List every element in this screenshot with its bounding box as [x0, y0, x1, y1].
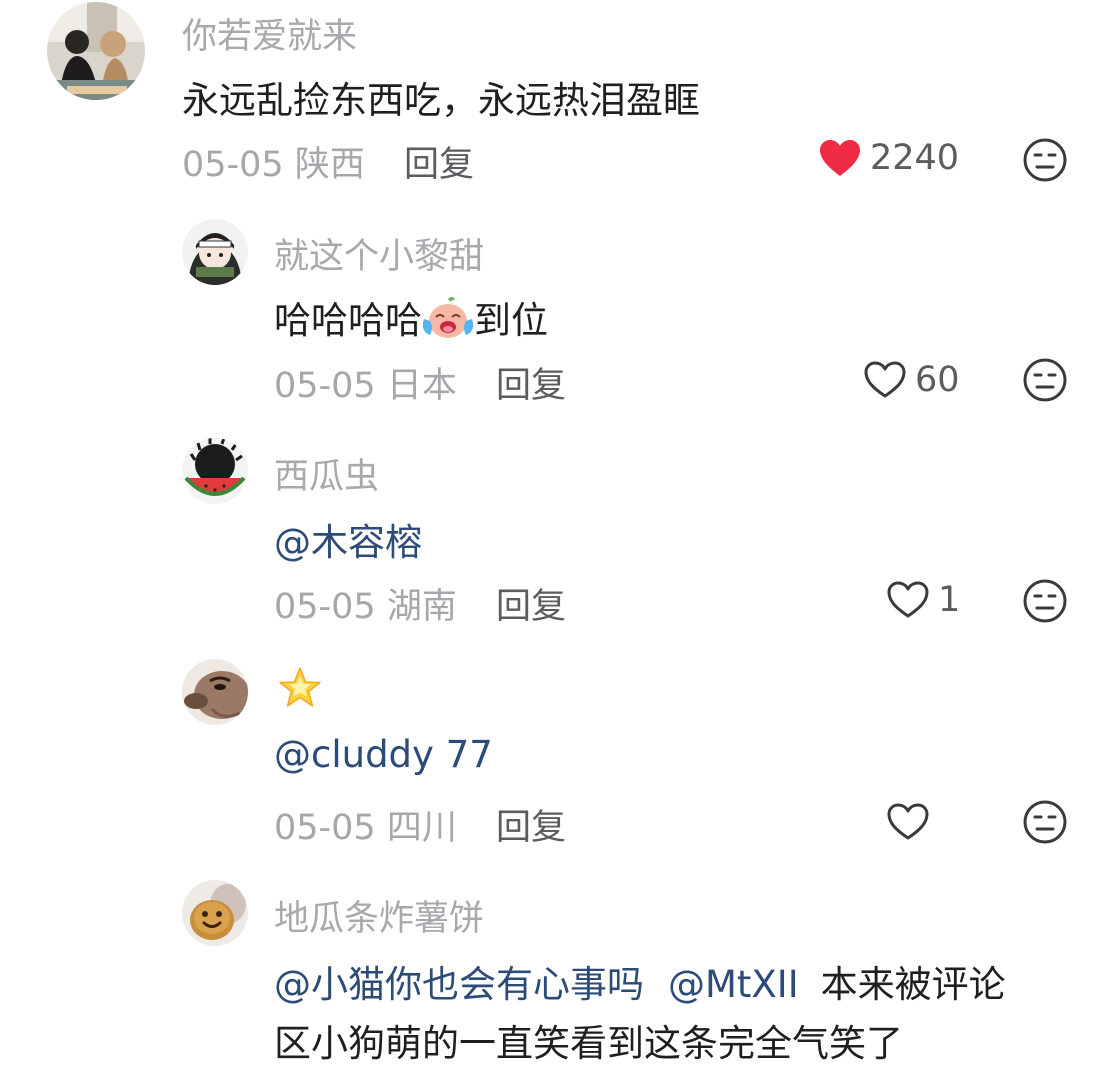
- heart-outline-icon: [863, 360, 907, 400]
- comment-text-before-emoji: 哈哈哈哈: [274, 299, 422, 342]
- like-button[interactable]: 60: [863, 360, 960, 400]
- reply-button[interactable]: 回复: [496, 357, 566, 408]
- username[interactable]: [276, 664, 324, 716]
- username[interactable]: 地瓜条炸薯饼: [274, 890, 484, 941]
- heart-outline-icon: [886, 580, 930, 620]
- comment-text-line-2: 区小狗萌的一直笑看到这条完全气笑了: [274, 1022, 903, 1065]
- neutral-face-icon: [1022, 799, 1068, 845]
- like-button[interactable]: 1: [886, 580, 960, 620]
- username[interactable]: 你若爱就来: [182, 8, 357, 59]
- comment-meta: 05-05 日本: [274, 357, 457, 408]
- comment-meta: 05-05 四川: [274, 799, 457, 850]
- reply-button[interactable]: 回复: [404, 136, 474, 187]
- mention-link[interactable]: @cluddy 77: [274, 733, 493, 776]
- mention-link[interactable]: @木容榕: [274, 512, 422, 566]
- avatar[interactable]: [182, 219, 248, 285]
- like-count: 1: [938, 580, 961, 620]
- crying-laughing-face-emoji: [422, 295, 474, 350]
- mention-link[interactable]: @MtXII: [668, 963, 799, 1006]
- like-button[interactable]: [886, 802, 938, 842]
- username[interactable]: 西瓜虫: [274, 448, 379, 499]
- like-button[interactable]: 2240: [818, 138, 959, 178]
- mention-link[interactable]: @小猫你也会有心事吗: [274, 963, 644, 1006]
- comment-location: 陕西: [294, 145, 365, 185]
- glowing-star-emoji: [276, 667, 324, 716]
- heart-outline-icon: [886, 802, 930, 842]
- avatar[interactable]: [182, 659, 248, 725]
- comment-text: 本来被评论: [820, 963, 1006, 1006]
- heart-filled-icon: [818, 138, 862, 178]
- neutral-face-icon: [1022, 137, 1068, 183]
- neutral-face-icon: [1022, 578, 1068, 624]
- comment-text: 哈哈哈哈 到位: [274, 290, 548, 350]
- avatar[interactable]: [182, 880, 248, 946]
- dislike-button[interactable]: [1022, 137, 1068, 183]
- comment-location: 湖南: [386, 587, 457, 627]
- comment-location: 日本: [386, 366, 457, 406]
- dislike-button[interactable]: [1022, 357, 1068, 403]
- comment-location: 四川: [386, 808, 457, 848]
- comment-text-after-emoji: 到位: [474, 299, 548, 342]
- comment-date: 05-05: [274, 366, 376, 406]
- comment-date: 05-05: [182, 145, 284, 185]
- like-count: 2240: [870, 138, 960, 178]
- neutral-face-icon: [1022, 357, 1068, 403]
- avatar[interactable]: [47, 2, 145, 100]
- dislike-button[interactable]: [1022, 578, 1068, 624]
- comment-date: 05-05: [274, 587, 376, 627]
- reply-button[interactable]: 回复: [496, 799, 566, 850]
- reply-button[interactable]: 回复: [496, 578, 566, 629]
- comment-text-line-1: @小猫你也会有心事吗 @MtXII 本来被评论: [274, 954, 1006, 1008]
- like-count: 60: [915, 360, 960, 400]
- comment-meta: 05-05 陕西: [182, 136, 365, 187]
- comment-meta: 05-05 湖南: [274, 578, 457, 629]
- avatar[interactable]: [182, 438, 248, 504]
- username[interactable]: 就这个小黎甜: [274, 228, 484, 279]
- comment-text: 永远乱捡东西吃，永远热泪盈眶: [182, 79, 700, 122]
- comment-date: 05-05: [274, 808, 376, 848]
- dislike-button[interactable]: [1022, 799, 1068, 845]
